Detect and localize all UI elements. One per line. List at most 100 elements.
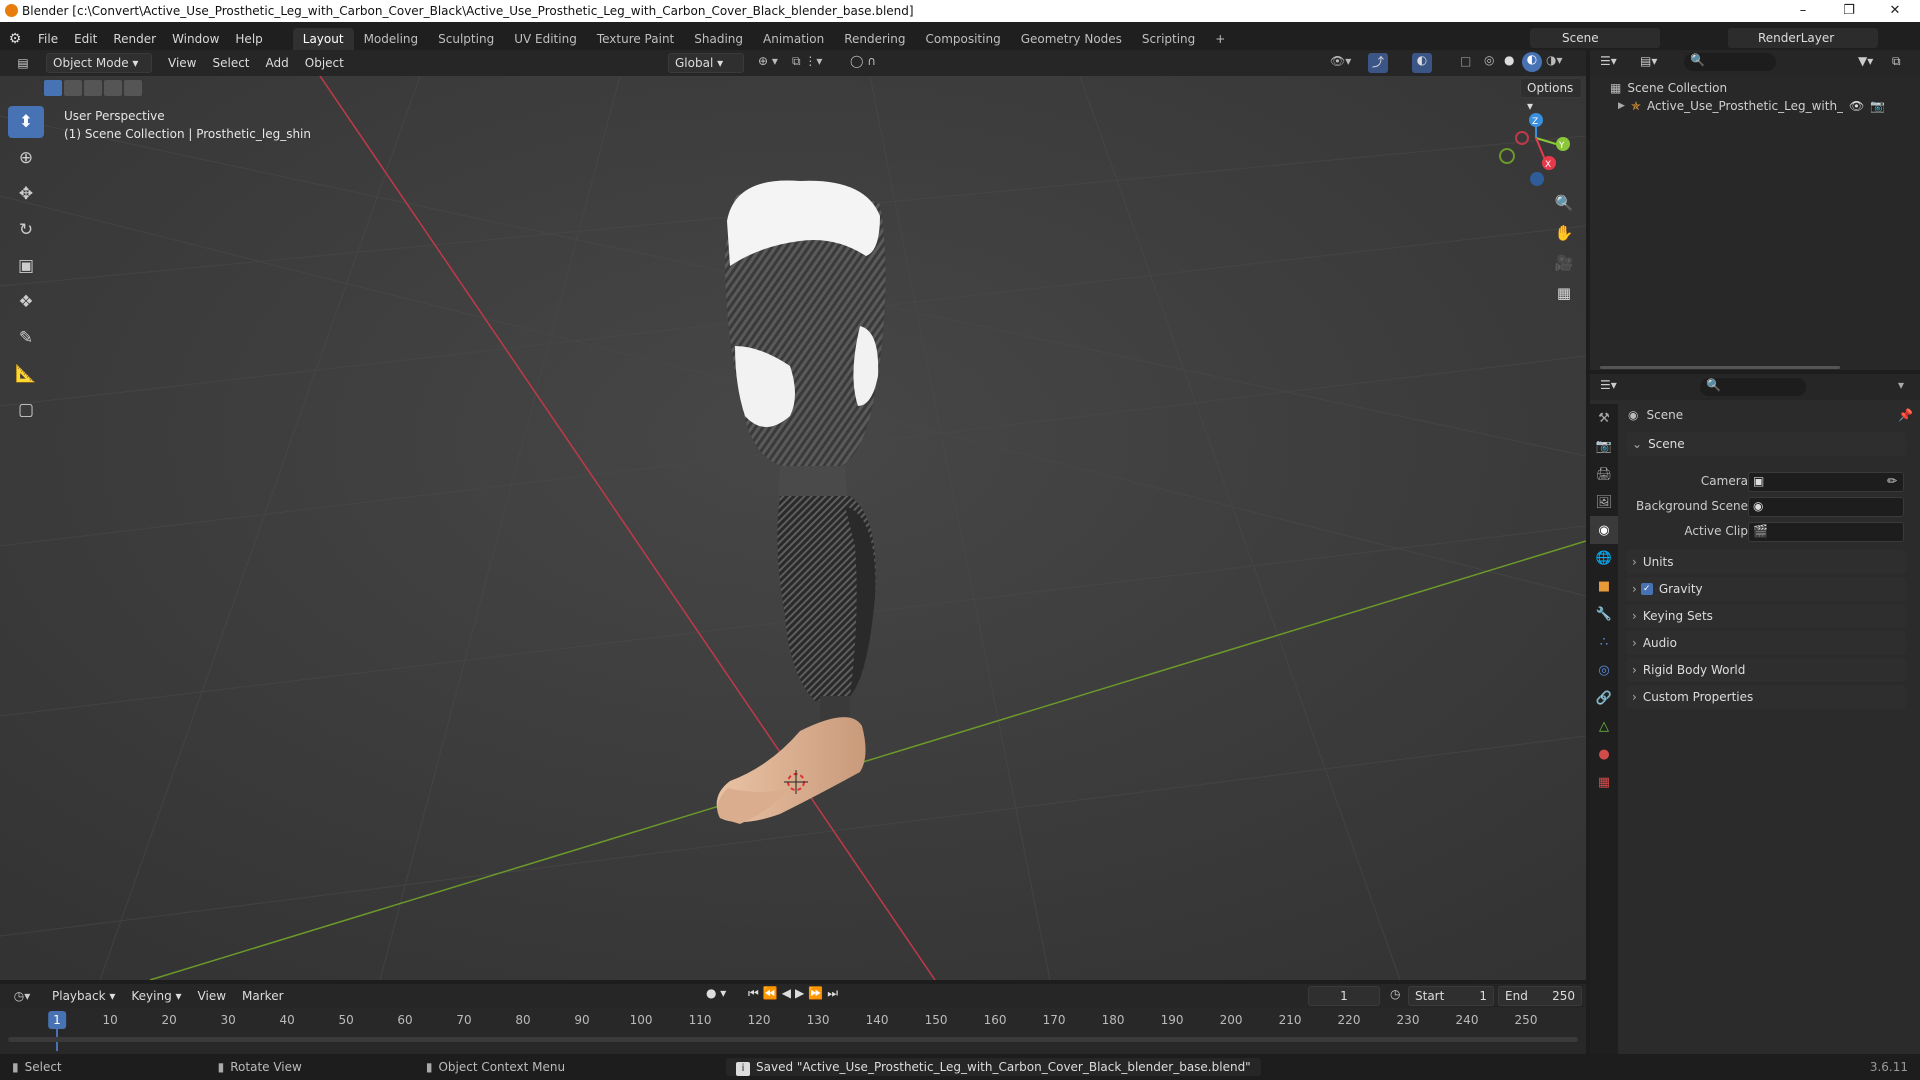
render-camera-icon[interactable]: 📷 [1870, 99, 1885, 113]
jump-end-icon[interactable]: ⏭ [827, 986, 842, 1000]
3d-viewport[interactable]: Z Y X Options ▾ User Perspective (1) Sce… [0, 76, 1586, 980]
tab-scripting[interactable]: Scripting [1132, 28, 1205, 50]
camera-view-icon[interactable]: 🎥 [1552, 254, 1576, 284]
mode-dropdown[interactable]: Object Mode ▾ [46, 53, 152, 73]
menu-select[interactable]: Select [204, 56, 257, 70]
material-shading-icon[interactable]: ◐ [1522, 52, 1542, 72]
options-dropdown[interactable]: Options ▾ [1520, 78, 1582, 113]
scene-selector[interactable]: Scene [1530, 28, 1660, 48]
visibility-icon[interactable]: 👁▾ [1330, 54, 1351, 68]
render-tab-icon[interactable]: 📷 [1590, 432, 1618, 460]
expand-arrow-icon[interactable]: ▶ [1618, 101, 1625, 111]
blender-menu-icon[interactable]: ⚙ [0, 31, 30, 47]
select-intersect-icon[interactable] [124, 80, 142, 96]
tab-shading[interactable]: Shading [684, 28, 753, 50]
solid-shading-icon[interactable]: ● [1504, 53, 1514, 67]
marker-menu[interactable]: Marker [234, 989, 291, 1003]
outliner-search-input[interactable]: 🔍 [1684, 53, 1776, 71]
view-layer-tab-icon[interactable]: 🖼 [1590, 488, 1618, 516]
tab-texture-paint[interactable]: Texture Paint [587, 28, 684, 50]
xray-icon[interactable]: □ [1460, 54, 1471, 68]
outliner-object-row[interactable]: ▶ ✯ Active_Use_Prosthetic_Leg_with_Carbo… [1618, 96, 1918, 116]
gizmo-toggle-icon[interactable]: ⤴ [1368, 53, 1388, 73]
select-invert-icon[interactable] [104, 80, 122, 96]
new-collection-icon[interactable]: ⧉ [1892, 54, 1901, 69]
visibility-eye-icon[interactable]: 👁 [1849, 99, 1864, 113]
physics-tab-icon[interactable]: ◎ [1590, 656, 1618, 684]
prev-keyframe-icon[interactable]: ⏪ [763, 986, 782, 1000]
particles-tab-icon[interactable]: ∴ [1590, 628, 1618, 656]
timeline-editor-type-icon[interactable]: ◷▾ [0, 989, 44, 1003]
menu-file[interactable]: File [30, 32, 66, 46]
filter-icon[interactable]: ▼▾ [1858, 54, 1873, 68]
select-box-tool-icon[interactable]: ⬍ [8, 106, 44, 138]
eyedropper-icon[interactable]: ✏ [1887, 474, 1897, 488]
zoom-icon[interactable]: 🔍 [1552, 194, 1576, 224]
rendered-shading-icon[interactable]: ◑▾ [1546, 53, 1563, 67]
panel-keying-sets[interactable]: › Keying Sets [1626, 604, 1906, 628]
select-subtract-icon[interactable] [84, 80, 102, 96]
timeline-scrollbar[interactable] [8, 1037, 1578, 1042]
frame-ruler[interactable]: 1102030405060708090100110120130140150160… [0, 1010, 1586, 1051]
active-clip-field[interactable]: 🎬 [1748, 522, 1904, 542]
tab-geometry-nodes[interactable]: Geometry Nodes [1011, 28, 1132, 50]
tab-modeling[interactable]: Modeling [354, 28, 429, 50]
outliner-scrollbar[interactable] [1600, 366, 1840, 369]
tab-compositing[interactable]: Compositing [915, 28, 1010, 50]
object-tab-icon[interactable]: ■ [1590, 572, 1618, 600]
end-frame-field[interactable]: End 250 [1498, 986, 1582, 1006]
properties-search-input[interactable]: 🔍 [1700, 378, 1806, 396]
proportional-edit-icon[interactable]: ◯ ∩ [850, 54, 876, 68]
constraints-tab-icon[interactable]: 🔗 [1590, 684, 1618, 712]
next-keyframe-icon[interactable]: ⏩ [808, 986, 827, 1000]
properties-options-icon[interactable]: ▾ [1898, 378, 1904, 392]
cursor-tool-icon[interactable]: ⊕ [8, 142, 44, 174]
transform-orientation-dropdown[interactable]: Global ▾ [668, 53, 744, 73]
camera-field[interactable]: ▣ ✏ [1748, 472, 1904, 492]
menu-object[interactable]: Object [297, 56, 352, 70]
rotate-tool-icon[interactable]: ↻ [8, 214, 44, 246]
outliner-editor-type-icon[interactable]: ☰▾ [1600, 54, 1617, 68]
select-new-icon[interactable] [44, 80, 62, 96]
tool-tab-icon[interactable]: ⚒ [1590, 404, 1618, 432]
add-cube-tool-icon[interactable]: ▢ [8, 394, 44, 426]
scale-tool-icon[interactable]: ▣ [8, 250, 44, 282]
perspective-toggle-icon[interactable]: ▦ [1552, 284, 1576, 314]
panel-scene-header[interactable]: ⌄ Scene [1626, 432, 1906, 456]
tab-uv-editing[interactable]: UV Editing [504, 28, 587, 50]
playhead[interactable]: 1 [48, 1011, 66, 1029]
background-scene-field[interactable]: ◉ [1748, 497, 1904, 517]
wireframe-shading-icon[interactable]: ◎ [1484, 53, 1494, 67]
view-layer-selector[interactable]: RenderLayer [1728, 28, 1878, 48]
panel-custom-properties[interactable]: › Custom Properties [1626, 685, 1906, 709]
timeline-view-menu[interactable]: View [190, 989, 234, 1003]
pan-hand-icon[interactable]: ✋ [1552, 224, 1576, 254]
preview-range-icon[interactable]: ◷ [1390, 987, 1400, 1001]
menu-edit[interactable]: Edit [66, 32, 105, 46]
panel-rigid-body-world[interactable]: › Rigid Body World [1626, 658, 1906, 682]
play-reverse-icon[interactable]: ◀ [782, 986, 795, 1000]
move-tool-icon[interactable]: ✥ [8, 178, 44, 210]
minimize-button[interactable]: – [1780, 0, 1826, 22]
properties-editor-type-icon[interactable]: ☰▾ [1600, 378, 1617, 392]
texture-tab-icon[interactable]: ▦ [1590, 768, 1618, 796]
modifier-tab-icon[interactable]: 🔧 [1590, 600, 1618, 628]
select-extend-icon[interactable] [64, 80, 82, 96]
close-button[interactable]: ✕ [1872, 0, 1918, 22]
pin-icon[interactable]: 📌 [1898, 408, 1913, 422]
transform-tool-icon[interactable]: ❖ [8, 286, 44, 318]
add-workspace-button[interactable]: + [1205, 28, 1235, 50]
tab-layout[interactable]: Layout [292, 27, 354, 50]
output-tab-icon[interactable]: 🖨 [1590, 460, 1618, 488]
data-tab-icon[interactable]: △ [1590, 712, 1618, 740]
annotate-tool-icon[interactable]: ✎ [8, 322, 44, 354]
auto-keying-icon[interactable]: ● ▾ [706, 986, 726, 1000]
world-tab-icon[interactable]: 🌐 [1590, 544, 1618, 572]
tab-animation[interactable]: Animation [753, 28, 834, 50]
gravity-checkbox[interactable]: ✓ [1640, 583, 1653, 595]
start-frame-field[interactable]: Start 1 [1408, 986, 1494, 1006]
display-mode-icon[interactable]: ▤▾ [1640, 54, 1657, 68]
tab-rendering[interactable]: Rendering [834, 28, 915, 50]
panel-audio[interactable]: › Audio [1626, 631, 1906, 655]
menu-help[interactable]: Help [227, 32, 270, 46]
